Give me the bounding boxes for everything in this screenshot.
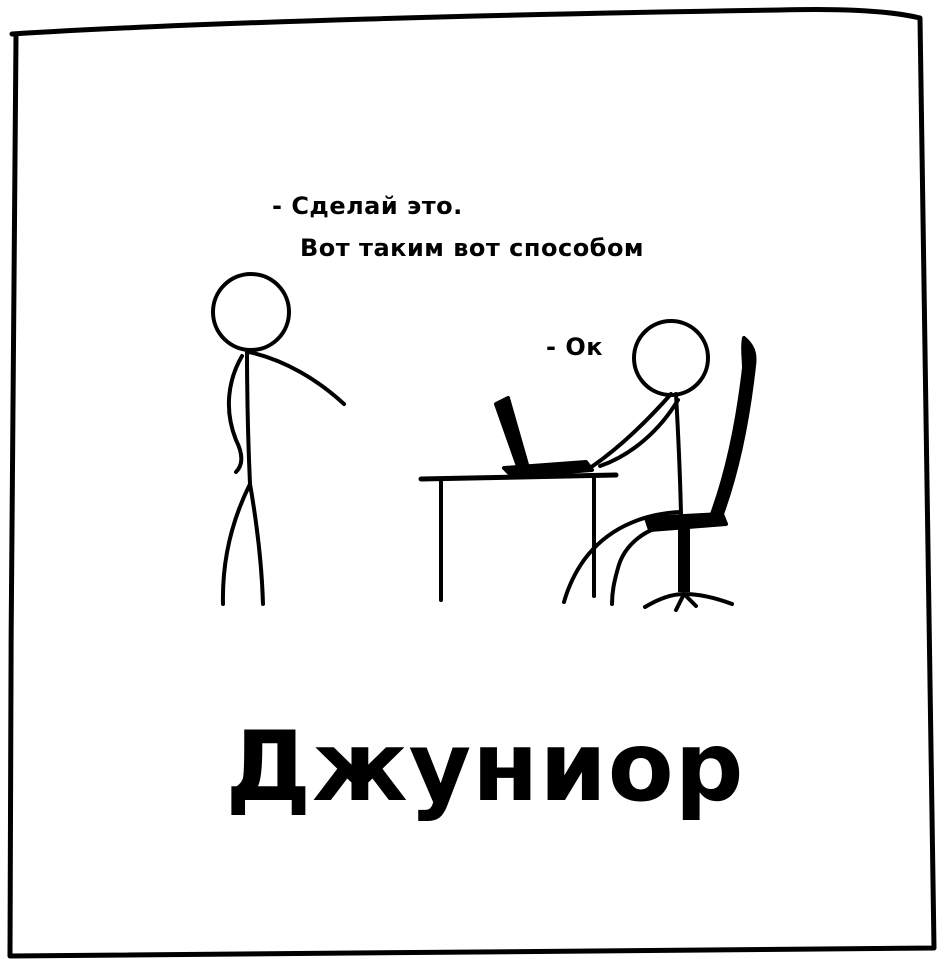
instructor-body: [245, 348, 252, 486]
junior-speech-reply: - Ок: [546, 333, 603, 361]
junior-arm: [588, 392, 673, 470]
laptop-screen: [494, 396, 530, 474]
instructor-head: [211, 272, 291, 352]
instructor-leg-left: [220, 482, 252, 606]
chair-post: [678, 528, 690, 592]
instructor-leg-right: [248, 482, 265, 606]
chair-backrest: [710, 336, 757, 516]
instructor-figure: [211, 272, 346, 606]
instructor-speech-line-2: Вот таким вот способом: [300, 234, 644, 262]
desk: [418, 472, 619, 602]
instructor-speech-line-1: - Сделай это.: [272, 192, 463, 220]
caption-title: Джуниор: [226, 711, 745, 823]
comic-panel: - Сделай это. Вот таким вот способом - О…: [7, 6, 937, 959]
instructor-arm-hanging: [226, 354, 244, 474]
junior-body: [674, 392, 683, 516]
laptop: [494, 396, 594, 478]
instructor-arm-pointing: [247, 350, 346, 406]
chair-base: [643, 592, 734, 612]
junior-leg-back: [610, 522, 674, 606]
junior-forearm: [598, 398, 680, 468]
junior-head: [632, 319, 710, 397]
